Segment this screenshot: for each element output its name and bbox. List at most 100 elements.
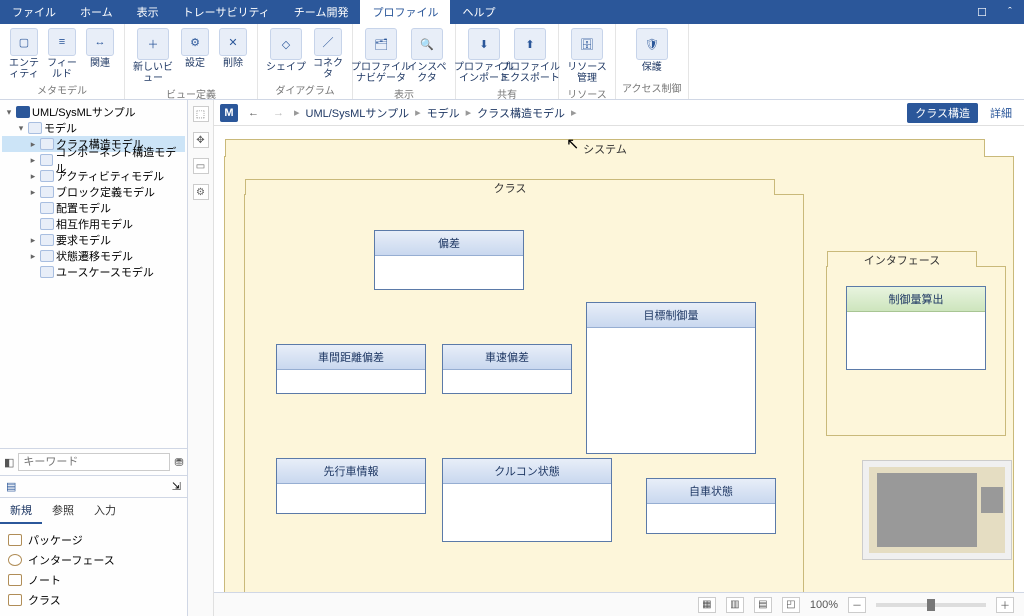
tree-item-interaction[interactable]: 相互作用モデル xyxy=(2,216,185,232)
menu-help[interactable]: ヘルプ xyxy=(450,0,507,24)
model-icon xyxy=(40,138,54,150)
ribbon-delete-button[interactable]: ✕削除 xyxy=(215,26,251,69)
ribbon-shape-button[interactable]: ◇シェイプ xyxy=(264,26,308,73)
class-header: 自車状態 xyxy=(647,479,775,504)
menu-home[interactable]: ホーム xyxy=(68,0,125,24)
tab-new[interactable]: 新規 xyxy=(0,498,42,524)
keyword-filter-icon[interactable]: ⛃ xyxy=(174,454,183,470)
keyword-prefix-icon[interactable]: ◧ xyxy=(4,454,14,470)
ribbon-group-diagram: ◇シェイプ ／コネクタ ダイアグラム xyxy=(258,24,353,99)
chevron-right-icon: ▸ xyxy=(28,251,38,262)
menu-traceability[interactable]: トレーサビリティ xyxy=(171,0,282,24)
model-icon xyxy=(40,202,54,214)
view-chip[interactable]: クラス構造 xyxy=(907,103,978,123)
ribbon-connector-button[interactable]: ／コネクタ xyxy=(310,26,346,80)
tree-root[interactable]: ▾UML/SysMLサンプル xyxy=(2,104,185,120)
ribbon-resource-button[interactable]: 🗄リソース管理 xyxy=(565,26,609,84)
interface-seigyo[interactable]: 制御量算出 xyxy=(846,286,986,370)
ribbon-group-resource: 🗄リソース管理 リソース xyxy=(559,24,616,99)
class-kurukon[interactable]: クルコン状態 xyxy=(442,458,612,542)
mini-gear-tool[interactable]: ⚙ xyxy=(193,184,209,200)
diagram-canvas[interactable]: システム クラス インタフェース 偏差 車間距離偏差 車速偏差 目標制御量 先行… xyxy=(214,126,1024,592)
ribbon-group-viewdef: ＋新しいビュー ⚙設定 ✕削除 ビュー定義 xyxy=(125,24,258,99)
zoom-slider[interactable] xyxy=(876,603,986,607)
tree-item-label: 状態遷移モデル xyxy=(56,248,133,264)
folder-icon xyxy=(28,122,42,134)
tree-item-activity[interactable]: ▸アクティビティモデル xyxy=(2,168,185,184)
keyword-input[interactable] xyxy=(18,453,170,471)
connector-icon: ／ xyxy=(314,28,342,56)
ribbon: ▢エンティティ ≡フィールド ↔関連 メタモデル ＋新しいビュー ⚙設定 ✕削除… xyxy=(0,24,1024,100)
palette-header-icon[interactable]: ▤ xyxy=(6,480,16,493)
model-icon xyxy=(40,154,54,166)
ribbon-protect-button[interactable]: 🛡保護 xyxy=(630,26,674,73)
ribbon-profnav-button[interactable]: 🗂プロファイル ナビゲータ xyxy=(359,26,403,84)
crumb-model[interactable]: モデル xyxy=(427,105,460,121)
palette-interface[interactable]: インターフェース xyxy=(8,550,179,570)
window-icon[interactable]: ☐ xyxy=(968,0,996,24)
mini-rect-tool[interactable]: ▭ xyxy=(193,158,209,174)
nav-forward-button[interactable]: → xyxy=(269,107,288,119)
tree-item-label: アクティビティモデル xyxy=(56,168,164,184)
detail-link[interactable]: 詳細 xyxy=(984,105,1018,121)
class-hensa[interactable]: 偏差 xyxy=(374,230,524,290)
breadcrumb-bar: M ← → ▸ UML/SysMLサンプル ▸ モデル ▸ クラス構造モデル ▸… xyxy=(214,100,1024,126)
tree-item-usecase[interactable]: ユースケースモデル xyxy=(2,264,185,280)
class-shakan[interactable]: 車間距離偏差 xyxy=(276,344,426,394)
tree-item-requirement[interactable]: ▸要求モデル xyxy=(2,232,185,248)
tree-item-block[interactable]: ▸ブロック定義モデル xyxy=(2,184,185,200)
overview-panel[interactable] xyxy=(862,460,1012,560)
mini-select-tool[interactable]: ⬚ xyxy=(193,106,209,122)
cursor-icon: ↖ xyxy=(566,134,579,154)
tree-item-statemachine[interactable]: ▸ 状態遷移モデル xyxy=(2,248,185,264)
status-overview-button[interactable]: ◰ xyxy=(782,597,800,613)
model-tree: ▾UML/SysMLサンプル ▾モデル ▸クラス構造モデル ▸コンポーネント構造… xyxy=(0,100,187,448)
ribbon-group-access: 🛡保護 アクセス制御 xyxy=(616,24,689,99)
model-icon xyxy=(40,170,54,182)
menu-file[interactable]: ファイル xyxy=(0,0,68,24)
inspector-icon: 🔍 xyxy=(411,28,443,60)
palette-collapse-icon[interactable]: ⇲ xyxy=(172,480,181,493)
class-header: 目標制御量 xyxy=(587,303,755,328)
tab-input[interactable]: 入力 xyxy=(84,498,126,524)
status-layout3-button[interactable]: ▤ xyxy=(754,597,772,613)
menu-team[interactable]: チーム開発 xyxy=(282,0,361,24)
class-header: 車速偏差 xyxy=(443,345,571,370)
palette-package[interactable]: パッケージ xyxy=(8,530,179,550)
zoom-slider-knob[interactable] xyxy=(927,599,935,611)
ribbon-inspector-button[interactable]: 🔍インスペクタ xyxy=(405,26,449,84)
crumb-diagram[interactable]: クラス構造モデル xyxy=(477,105,565,121)
ribbon-entity-button[interactable]: ▢エンティティ xyxy=(6,26,42,80)
zoom-in-button[interactable]: ＋ xyxy=(996,597,1014,613)
ribbon-group-share: ⬇プロファイル インポート ⬆プロファイル エクスポート 共有 xyxy=(456,24,559,99)
palette-note[interactable]: ノート xyxy=(8,570,179,590)
class-mokuhyo[interactable]: 目標制御量 xyxy=(586,302,756,454)
collapse-ribbon-icon[interactable]: ˆ xyxy=(996,0,1024,24)
crumb-project[interactable]: UML/SysMLサンプル xyxy=(306,105,410,121)
mini-hand-tool[interactable]: ✥ xyxy=(193,132,209,148)
class-jisya[interactable]: 自車状態 xyxy=(646,478,776,534)
ribbon-relation-button[interactable]: ↔関連 xyxy=(82,26,118,69)
palette-header: ▤ ⇲ xyxy=(0,475,187,497)
status-layout1-button[interactable]: ▦ xyxy=(698,597,716,613)
tab-reference[interactable]: 参照 xyxy=(42,498,84,524)
nav-back-button[interactable]: ← xyxy=(244,107,263,119)
tree-item-component[interactable]: ▸コンポーネント構造モデル xyxy=(2,152,185,168)
tree-item-deployment[interactable]: 配置モデル xyxy=(2,200,185,216)
ribbon-viewsettings-button[interactable]: ⚙設定 xyxy=(177,26,213,69)
ribbon-field-button[interactable]: ≡フィールド xyxy=(44,26,80,80)
palette-class[interactable]: クラス xyxy=(8,590,179,610)
menu-view[interactable]: 表示 xyxy=(125,0,171,24)
chevron-down-icon: ▾ xyxy=(4,107,14,118)
tree-item-label: ユースケースモデル xyxy=(56,264,154,280)
import-icon: ⬇ xyxy=(468,28,500,60)
class-senkou[interactable]: 先行車情報 xyxy=(276,458,426,514)
resource-icon: 🗄 xyxy=(571,28,603,60)
class-shasoku[interactable]: 車速偏差 xyxy=(442,344,572,394)
zoom-out-button[interactable]: － xyxy=(848,597,866,613)
tree-model[interactable]: ▾モデル xyxy=(2,120,185,136)
ribbon-export-button[interactable]: ⬆プロファイル エクスポート xyxy=(508,26,552,84)
menu-profile[interactable]: プロファイル xyxy=(360,0,450,24)
ribbon-newview-button[interactable]: ＋新しいビュー xyxy=(131,26,175,84)
status-layout2-button[interactable]: ▥ xyxy=(726,597,744,613)
